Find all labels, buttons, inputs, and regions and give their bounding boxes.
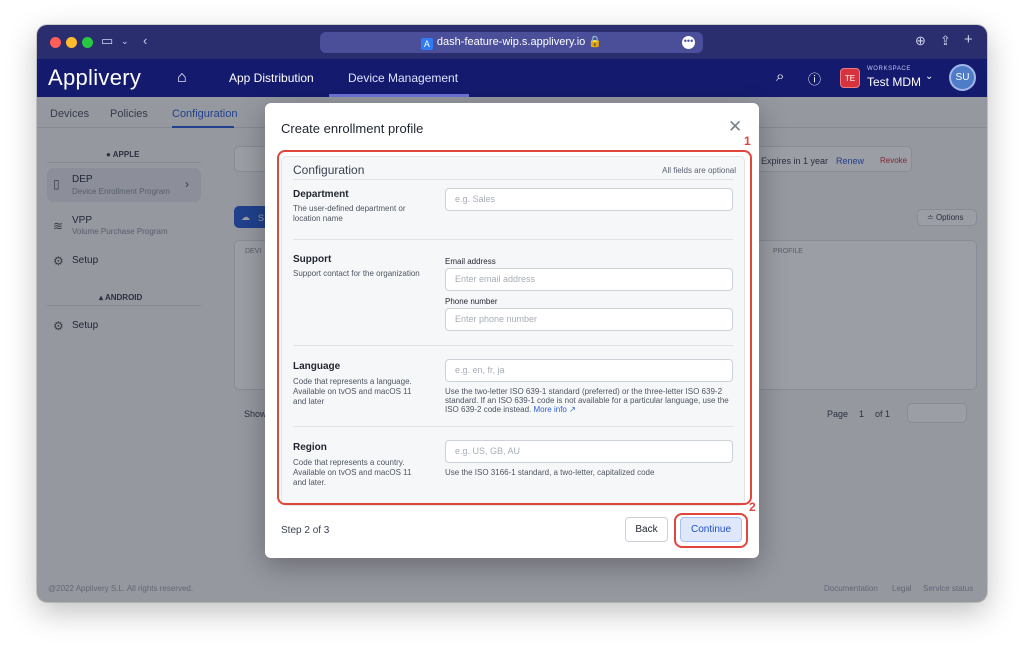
lock-icon: 🔒 [588, 36, 603, 48]
back-arrow-icon[interactable]: ‹ [143, 33, 147, 48]
sidebar-toggle-icon[interactable]: ▭ [101, 33, 113, 49]
highlight-label-2: 2 [749, 500, 756, 514]
download-icon[interactable]: ⊕ [915, 33, 926, 49]
app-header: Applivery ⌂ App Distribution Device Mana… [37, 59, 987, 97]
highlight-continue [674, 513, 748, 548]
app-logo[interactable]: Applivery [48, 65, 141, 91]
more-icon[interactable]: ••• [682, 36, 695, 49]
nav-device-management[interactable]: Device Management [348, 71, 458, 85]
minimize-window-button[interactable] [66, 37, 77, 48]
new-tab-icon[interactable]: + [964, 31, 973, 48]
workspace-name[interactable]: Test MDM [867, 75, 921, 89]
highlight-configuration [277, 150, 752, 505]
browser-toolbar: ▭ ⌄ ‹ Adash-feature-wip.s.applivery.io 🔒… [37, 25, 987, 59]
chevron-down-icon[interactable]: ⌄ [925, 71, 933, 82]
zoom-window-button[interactable] [82, 37, 93, 48]
share-icon[interactable]: ⇪ [940, 33, 951, 49]
highlight-label-1: 1 [744, 134, 751, 148]
home-icon[interactable]: ⌂ [177, 69, 187, 87]
chevron-down-icon[interactable]: ⌄ [121, 36, 129, 47]
close-window-button[interactable] [50, 37, 61, 48]
avatar[interactable]: SU [949, 64, 976, 91]
help-icon[interactable]: ⓘ [808, 69, 821, 88]
url-bar[interactable]: Adash-feature-wip.s.applivery.io 🔒 ••• [320, 32, 703, 53]
search-icon[interactable]: ⌕ [776, 68, 784, 85]
site-favicon-icon: A [420, 38, 433, 50]
nav-app-distribution[interactable]: App Distribution [229, 71, 314, 85]
workspace-label: WORKSPACE [867, 66, 911, 72]
workspace-badge[interactable]: TE [840, 68, 860, 88]
close-icon[interactable]: ✕ [728, 117, 742, 137]
url-text: dash-feature-wip.s.applivery.io [436, 36, 586, 48]
back-button[interactable]: Back [625, 517, 668, 542]
modal-title: Create enrollment profile [281, 121, 424, 136]
step-indicator: Step 2 of 3 [281, 525, 330, 536]
